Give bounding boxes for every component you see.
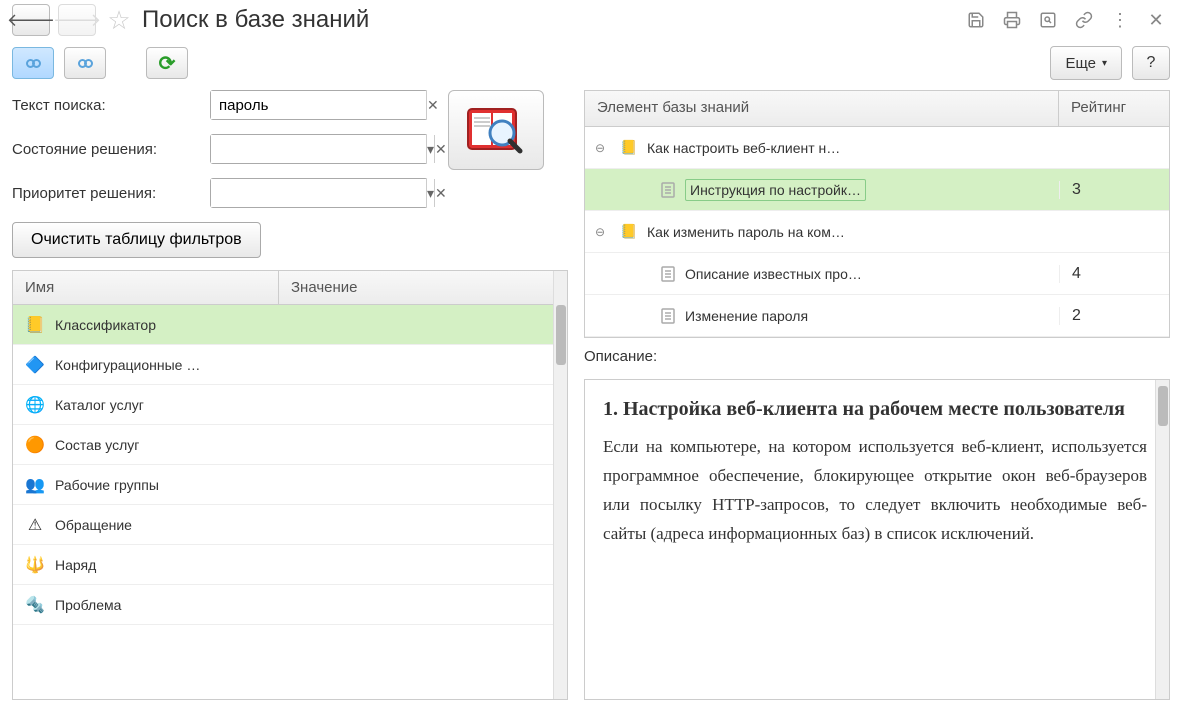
preview-icon[interactable]: [1034, 6, 1062, 34]
row-icon: 🔷: [25, 355, 45, 375]
folder-icon: 📒: [619, 222, 639, 242]
page-title: Поиск в базе знаний: [142, 6, 954, 34]
row-label: Классификатор: [55, 317, 156, 333]
print-icon[interactable]: [998, 6, 1026, 34]
row-icon: 🔩: [25, 595, 45, 615]
kb-row-rating: 3: [1059, 181, 1169, 199]
col-name-header[interactable]: Имя: [13, 271, 279, 304]
help-button[interactable]: ?: [1132, 46, 1170, 80]
filter-row[interactable]: 👥 Рабочие группы: [13, 465, 553, 505]
filter-row[interactable]: 📒 Классификатор: [13, 305, 553, 345]
filter-row[interactable]: 🌐 Каталог услуг: [13, 385, 553, 425]
row-label: Состав услуг: [55, 437, 139, 453]
kb-row-label: Инструкция по настройк…: [685, 179, 866, 201]
row-icon: 🟠: [25, 435, 45, 455]
row-label: Каталог услуг: [55, 397, 144, 413]
col-value-header[interactable]: Значение: [279, 271, 553, 304]
kb-row-label: Описание известных про…: [685, 266, 862, 282]
filter-row[interactable]: 🔩 Проблема: [13, 585, 553, 625]
status-dropdown-icon[interactable]: ▾: [426, 135, 434, 163]
search-clear-icon[interactable]: ✕: [426, 91, 439, 119]
description-scrollbar[interactable]: [1155, 380, 1169, 699]
refresh-button[interactable]: ⟳: [146, 47, 188, 79]
filter-table: Имя Значение 📒 Классификатор 🔷 Конфигурацио…: [12, 270, 568, 700]
favorite-star-icon[interactable]: ☆: [104, 5, 134, 35]
description-label: Описание:: [584, 348, 1170, 365]
search-button-big[interactable]: [448, 90, 544, 170]
menu-dots-icon[interactable]: ⋮: [1106, 6, 1134, 34]
filter-row[interactable]: 🔷 Конфигурационные …: [13, 345, 553, 385]
row-icon: 🌐: [25, 395, 45, 415]
status-label: Состояние решения:: [12, 141, 200, 158]
col-element-header[interactable]: Элемент базы знаний: [585, 91, 1059, 126]
status-input[interactable]: [211, 135, 426, 163]
folder-icon: 📒: [619, 138, 639, 158]
mode-button-1[interactable]: [12, 47, 54, 79]
collapse-icon[interactable]: ⊖: [595, 141, 611, 155]
nav-forward-button[interactable]: 🡒: [58, 4, 96, 36]
mode-button-2[interactable]: [64, 47, 106, 79]
row-label: Наряд: [55, 557, 96, 573]
kb-row[interactable]: Изменение пароля 2: [585, 295, 1169, 337]
search-text-label: Текст поиска:: [12, 97, 200, 114]
row-label: Обращение: [55, 517, 132, 533]
row-icon: 🔱: [25, 555, 45, 575]
priority-input[interactable]: [211, 179, 426, 207]
filter-row[interactable]: 🔱 Наряд: [13, 545, 553, 585]
more-label: Еще: [1065, 55, 1096, 72]
row-icon: 👥: [25, 475, 45, 495]
kb-row-rating: 2: [1059, 307, 1169, 325]
scrollbar-vertical[interactable]: [553, 271, 567, 699]
priority-dropdown-icon[interactable]: ▾: [426, 179, 434, 207]
row-icon: ⚠: [25, 515, 45, 535]
kb-row[interactable]: ⊖ 📒 Как настроить веб-клиент н…: [585, 127, 1169, 169]
kb-row[interactable]: Описание известных про… 4: [585, 253, 1169, 295]
clear-filters-button[interactable]: Очистить таблицу фильтров: [12, 222, 261, 258]
chevron-down-icon: ▾: [1102, 58, 1107, 69]
description-panel: 1. Настройка веб-клиента на рабочем мест…: [584, 379, 1170, 700]
priority-clear-icon[interactable]: ✕: [434, 179, 447, 207]
filter-row[interactable]: ⚠ Обращение: [13, 505, 553, 545]
kb-row-label: Как настроить веб-клиент н…: [647, 140, 840, 156]
close-icon[interactable]: ✕: [1142, 6, 1170, 34]
main-toolbar: ⟳ Еще ▾ ?: [0, 40, 1182, 86]
kb-row-rating: 4: [1059, 265, 1169, 283]
more-menu-button[interactable]: Еще ▾: [1050, 46, 1122, 80]
row-label: Проблема: [55, 597, 121, 613]
document-icon: [659, 265, 677, 283]
kb-row-label: Как изменить пароль на ком…: [647, 224, 845, 240]
priority-label: Приоритет решения:: [12, 185, 200, 202]
collapse-icon[interactable]: ⊖: [595, 225, 611, 239]
nav-back-button[interactable]: 🡐: [12, 4, 50, 36]
filter-row[interactable]: 🟠 Состав услуг: [13, 425, 553, 465]
save-icon[interactable]: [962, 6, 990, 34]
document-icon: [659, 307, 677, 325]
col-rating-header[interactable]: Рейтинг: [1059, 91, 1169, 126]
row-label: Рабочие группы: [55, 477, 159, 493]
description-heading: 1. Настройка веб-клиента на рабочем мест…: [603, 398, 1147, 421]
kb-row[interactable]: Инструкция по настройк… 3: [585, 169, 1169, 211]
kb-row[interactable]: ⊖ 📒 Как изменить пароль на ком…: [585, 211, 1169, 253]
description-body: Если на компьютере, на котором используе…: [603, 433, 1147, 549]
kb-row-label: Изменение пароля: [685, 308, 808, 324]
row-icon: 📒: [25, 315, 45, 335]
status-clear-icon[interactable]: ✕: [434, 135, 447, 163]
window-header: 🡐 🡒 ☆ Поиск в базе знаний ⋮ ✕: [0, 0, 1182, 40]
search-input[interactable]: [211, 91, 426, 119]
link-icon[interactable]: [1070, 6, 1098, 34]
row-label: Конфигурационные …: [55, 357, 200, 373]
kb-results-table: Элемент базы знаний Рейтинг ⊖ 📒 Как настро…: [584, 90, 1170, 338]
document-icon: [659, 181, 677, 199]
